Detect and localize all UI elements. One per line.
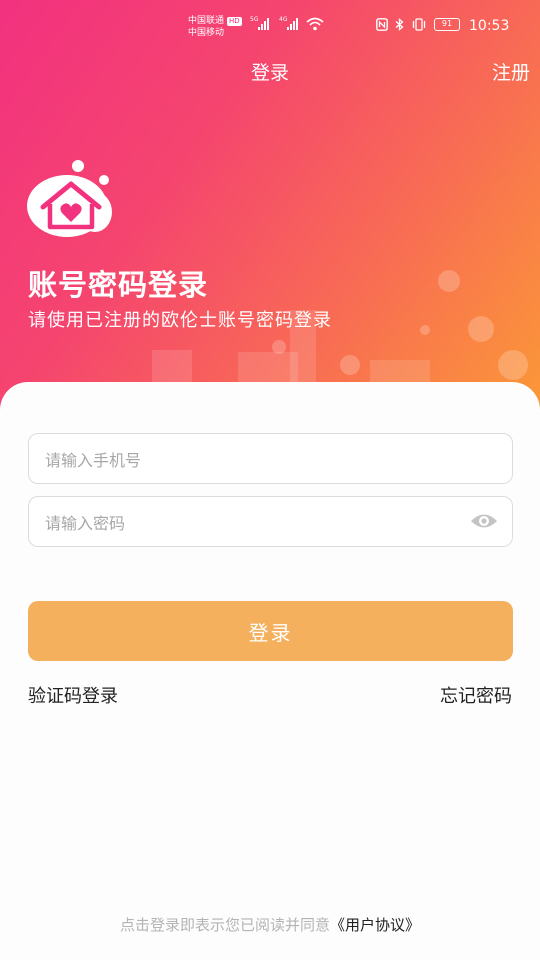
- password-input[interactable]: 请输入密码: [28, 496, 513, 547]
- page-title: 登录: [250, 62, 289, 84]
- hero-title: 账号密码登录: [28, 268, 209, 302]
- eye-icon[interactable]: [470, 511, 498, 531]
- phone-input[interactable]: 请输入手机号: [28, 433, 513, 484]
- hero-subtitle: 请使用已注册的欧伦士账号密码登录: [28, 310, 332, 331]
- vibrate-icon: [412, 18, 426, 31]
- nfc-icon: [376, 18, 388, 31]
- network-type-4g: 4G: [279, 16, 288, 23]
- battery-level: 91: [441, 19, 453, 28]
- forgot-password-link[interactable]: 忘记密码: [440, 682, 512, 708]
- register-link[interactable]: 注册: [492, 58, 530, 85]
- network-type-5g: 5G: [250, 16, 259, 23]
- carrier-1: 中国联通: [188, 16, 225, 26]
- user-agreement-link[interactable]: 《用户协议》: [330, 916, 420, 934]
- hd-badge: HD: [227, 17, 242, 26]
- status-bar: 中国联通 HD 中国移动 5G 4G 91 10:53: [0, 0, 540, 52]
- password-input-placeholder: 请输入密码: [45, 513, 126, 533]
- status-time: 10:53: [469, 18, 510, 34]
- phone-input-placeholder: 请输入手机号: [45, 450, 142, 470]
- wifi-icon: [306, 17, 324, 31]
- battery-icon: 91: [434, 18, 460, 31]
- carrier-2: 中国移动: [188, 28, 225, 38]
- carrier-info: 中国联通 HD 中国移动: [188, 15, 242, 39]
- signal-icon: 5G: [250, 16, 269, 30]
- app-logo-icon: [27, 160, 112, 237]
- agreement-prefix: 点击登录即表示您已阅读并同意: [119, 916, 330, 934]
- bluetooth-icon: [395, 18, 404, 31]
- agreement-text: 点击登录即表示您已阅读并同意《用户协议》: [0, 914, 540, 935]
- signal-icon: 4G: [279, 16, 298, 30]
- sms-login-link[interactable]: 验证码登录: [28, 682, 118, 708]
- login-button[interactable]: 登录: [28, 601, 513, 661]
